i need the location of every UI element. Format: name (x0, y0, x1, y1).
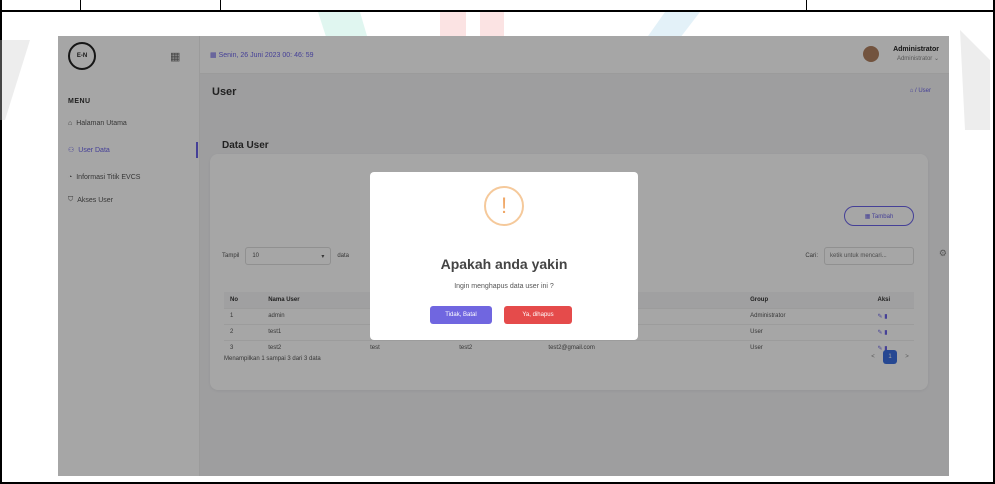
cancel-button[interactable]: Tidak, Batal (430, 306, 492, 324)
warning-icon: ! (484, 186, 524, 226)
app-window: E-N ▦ MENU ⌂ Halaman Utama ⚇ User Data ◔… (58, 36, 949, 476)
dialog-title: Apakah anda yakin (440, 256, 568, 272)
dialog-message: Ingin menghapus data user ini ? (454, 283, 554, 290)
confirm-delete-button[interactable]: Ya, dihapus (504, 306, 572, 324)
confirm-dialog: ! Apakah anda yakin Ingin menghapus data… (370, 172, 638, 340)
